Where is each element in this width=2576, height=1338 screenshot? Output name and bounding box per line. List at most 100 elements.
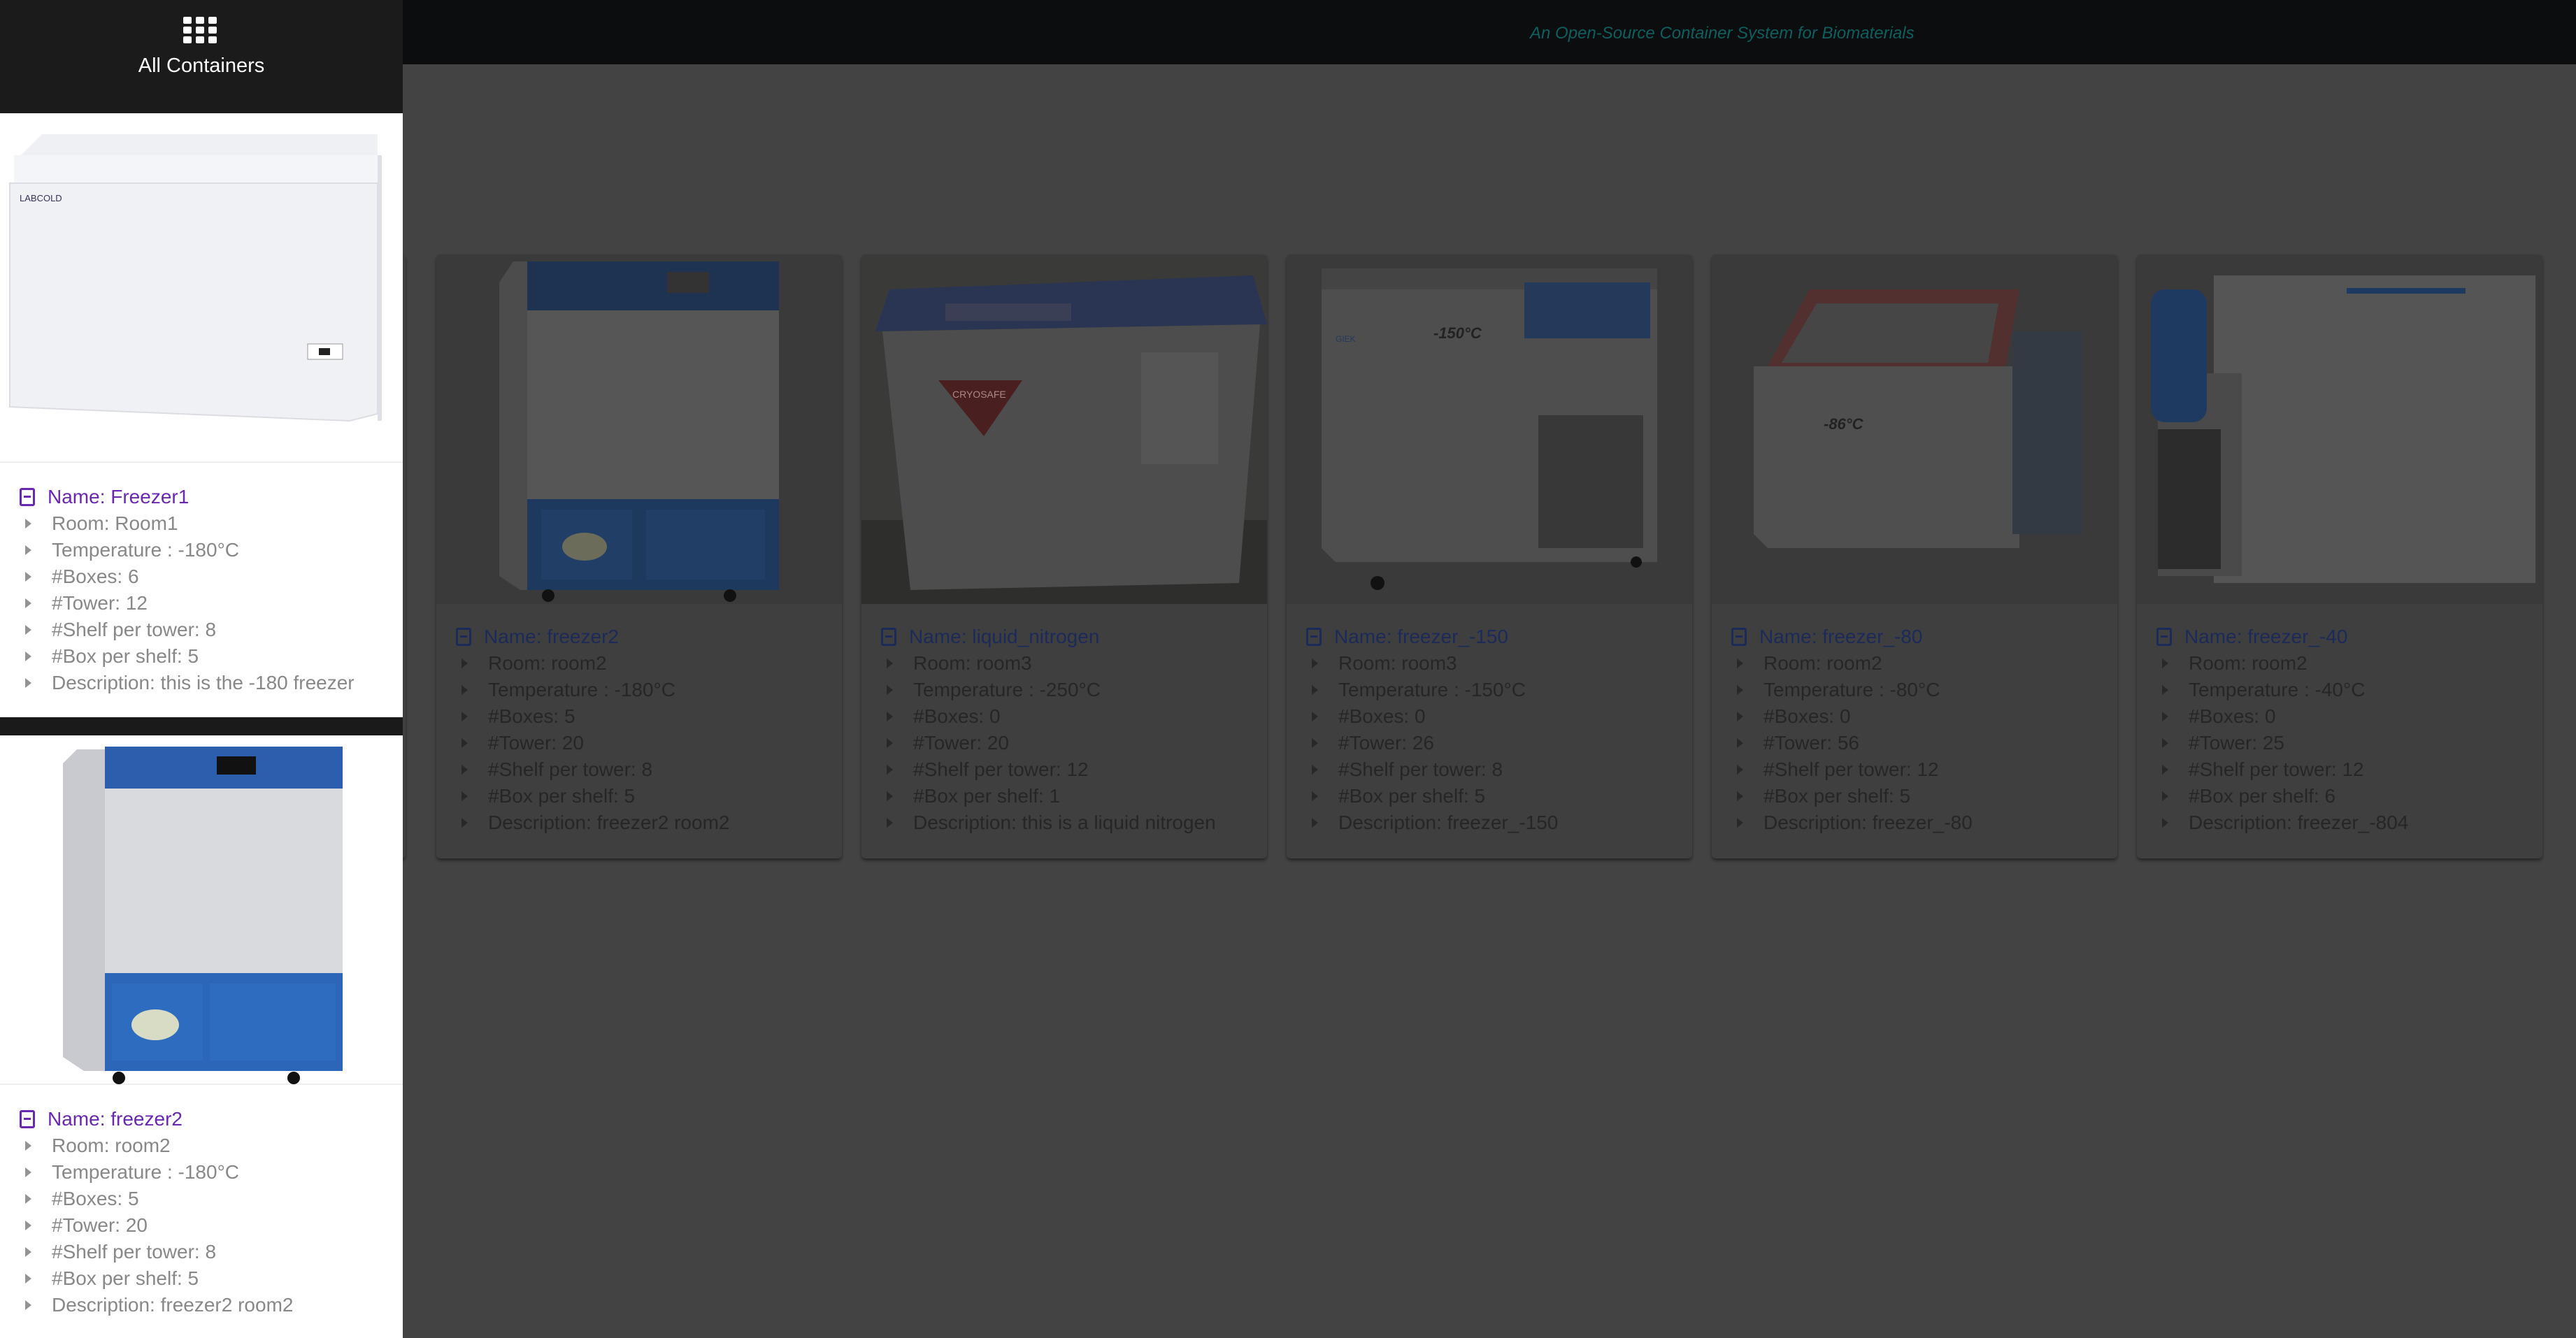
caret-right-icon: [1312, 659, 1318, 668]
sidebar: All Containers LABCOLD Name: Freezer1 Ro…: [0, 0, 403, 1338]
caret-right-icon: [1737, 659, 1743, 668]
detail-description: Description: this is the -180 freezer: [20, 670, 403, 696]
detail-tower: #Tower: 26: [1306, 730, 1678, 756]
sidebar-title[interactable]: All Containers: [0, 55, 403, 78]
detail-shelf: #Shelf per tower: 12: [2156, 756, 2528, 783]
building-icon: [2156, 628, 2172, 646]
caret-right-icon: [25, 678, 31, 688]
caret-right-icon: [1737, 791, 1743, 801]
detail-tower: #Tower: 25: [2156, 730, 2528, 756]
detail-box-per-shelf: #Box per shelf: 5: [1731, 783, 2103, 810]
container-card[interactable]: Name: freezer2 Room: room2 Temperature :…: [436, 254, 842, 858]
detail-temperature: Temperature : -180°C: [20, 1159, 403, 1186]
detail-tower: #Tower: 20: [881, 730, 1253, 756]
caret-right-icon: [1312, 765, 1318, 775]
caret-right-icon: [461, 659, 468, 668]
container-image: LABCOLD: [0, 113, 403, 463]
caret-right-icon: [25, 1274, 31, 1283]
detail-shelf: #Shelf per tower: 8: [20, 617, 403, 643]
detail-tower: #Tower: 20: [20, 1212, 403, 1239]
container-name[interactable]: Name: liquid_nitrogen: [881, 624, 1253, 650]
detail-boxes: #Boxes: 0: [881, 703, 1253, 730]
caret-right-icon: [461, 685, 468, 695]
detail-description: Description: freezer2 room2: [20, 1292, 403, 1318]
caret-right-icon: [25, 1141, 31, 1151]
sidebar-container-card[interactable]: Name: freezer2 Room: room2 Temperature :…: [0, 735, 403, 1338]
detail-room: Room: room2: [456, 650, 828, 677]
detail-room: Room: room2: [20, 1132, 403, 1159]
grid-icon[interactable]: [183, 17, 217, 45]
caret-right-icon: [25, 1300, 31, 1310]
container-name[interactable]: Name: Freezer1: [20, 484, 403, 510]
detail-shelf: #Shelf per tower: 8: [456, 756, 828, 783]
caret-right-icon: [1737, 818, 1743, 828]
container-card[interactable]: CRYOSAFE Name: liquid_nitrogen Room: roo…: [861, 254, 1267, 858]
caret-right-icon: [2162, 712, 2168, 721]
detail-boxes: #Boxes: 5: [20, 1186, 403, 1212]
caret-right-icon: [461, 765, 468, 775]
building-icon: [1306, 628, 1322, 646]
detail-description: Description: freezer_-80: [1731, 810, 2103, 836]
caret-right-icon: [25, 598, 31, 608]
container-card[interactable]: -150°C GIEK Name: freezer_-150 Room: roo…: [1287, 254, 1692, 858]
caret-right-icon: [25, 1167, 31, 1177]
detail-description: Description: freezer_-150: [1306, 810, 1678, 836]
container-name[interactable]: Name: freezer2: [456, 624, 828, 650]
building-icon: [881, 628, 896, 646]
caret-right-icon: [887, 712, 893, 721]
caret-right-icon: [887, 791, 893, 801]
detail-tower: #Tower: 20: [456, 730, 828, 756]
caret-right-icon: [2162, 818, 2168, 828]
app-tagline: An Open-Source Container System for Biom…: [1530, 24, 1915, 43]
caret-right-icon: [461, 712, 468, 721]
container-name[interactable]: Name: freezer_-40: [2156, 624, 2528, 650]
caret-right-icon: [2162, 791, 2168, 801]
detail-room: Room: Room1: [20, 510, 403, 537]
sidebar-header[interactable]: All Containers: [0, 0, 403, 113]
caret-right-icon: [25, 1221, 31, 1230]
detail-shelf: #Shelf per tower: 8: [20, 1239, 403, 1265]
main-content: Name: freezer2 Room: room2 Temperature :…: [392, 64, 2576, 1338]
building-icon: [20, 1110, 35, 1128]
caret-right-icon: [25, 572, 31, 582]
detail-box-per-shelf: #Box per shelf: 5: [456, 783, 828, 810]
caret-right-icon: [25, 545, 31, 555]
container-name[interactable]: Name: freezer2: [20, 1106, 403, 1132]
caret-right-icon: [25, 652, 31, 661]
caret-right-icon: [25, 625, 31, 635]
detail-temperature: Temperature : -150°C: [1306, 677, 1678, 703]
caret-right-icon: [2162, 738, 2168, 748]
detail-room: Room: room2: [1731, 650, 2103, 677]
caret-right-icon: [461, 738, 468, 748]
detail-temperature: Temperature : -180°C: [456, 677, 828, 703]
caret-right-icon: [887, 765, 893, 775]
caret-right-icon: [1312, 791, 1318, 801]
detail-boxes: #Boxes: 0: [1306, 703, 1678, 730]
container-image: -86°C: [1712, 254, 2117, 604]
caret-right-icon: [1737, 765, 1743, 775]
caret-right-icon: [1312, 818, 1318, 828]
container-name[interactable]: Name: freezer_-80: [1731, 624, 2103, 650]
detail-box-per-shelf: #Box per shelf: 6: [2156, 783, 2528, 810]
detail-room: Room: room3: [1306, 650, 1678, 677]
caret-right-icon: [2162, 765, 2168, 775]
detail-box-per-shelf: #Box per shelf: 5: [20, 643, 403, 670]
building-icon: [456, 628, 471, 646]
caret-right-icon: [887, 659, 893, 668]
caret-right-icon: [2162, 685, 2168, 695]
container-card[interactable]: Name: freezer_-40 Room: room2 Temperatur…: [2137, 254, 2542, 858]
caret-right-icon: [887, 818, 893, 828]
detail-boxes: #Boxes: 6: [20, 563, 403, 590]
caret-right-icon: [25, 1194, 31, 1204]
detail-boxes: #Boxes: 0: [2156, 703, 2528, 730]
caret-right-icon: [1312, 685, 1318, 695]
caret-right-icon: [25, 519, 31, 528]
brand-label: LABCOLD: [20, 193, 62, 203]
caret-right-icon: [1312, 712, 1318, 721]
container-name[interactable]: Name: freezer_-150: [1306, 624, 1678, 650]
sidebar-container-card[interactable]: LABCOLD Name: Freezer1 Room: Room1 Tempe…: [0, 113, 403, 717]
caret-right-icon: [461, 791, 468, 801]
temperature-label: -86°C: [1824, 415, 1864, 433]
container-card[interactable]: -86°C Name: freezer_-80 Room: room2 Temp…: [1712, 254, 2117, 858]
detail-shelf: #Shelf per tower: 8: [1306, 756, 1678, 783]
